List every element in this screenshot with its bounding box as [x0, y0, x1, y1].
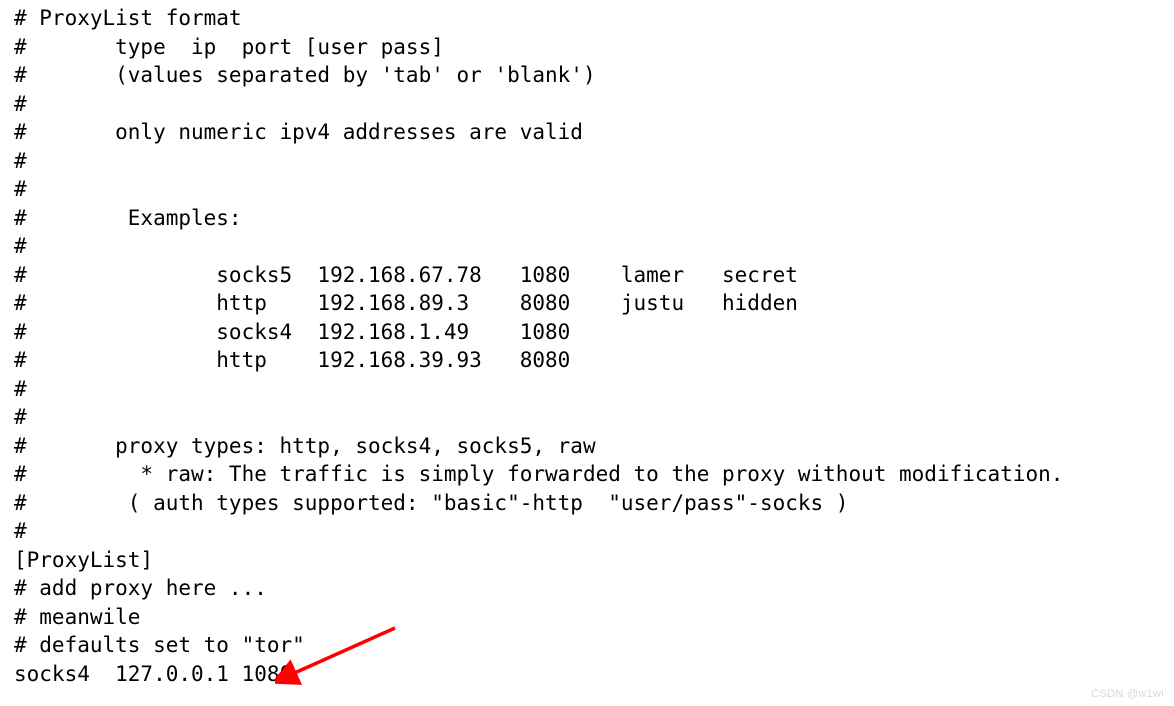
code-line: # [14, 405, 27, 429]
code-line: # only numeric ipv4 addresses are valid [14, 120, 583, 144]
code-line: # [14, 149, 27, 173]
code-line: # add proxy here ... [14, 576, 267, 600]
code-line: # * raw: The traffic is simply forwarded… [14, 462, 1063, 486]
code-line: # ( auth types supported: "basic"-http "… [14, 491, 848, 515]
watermark-text: CSDN @w1wi [1091, 688, 1164, 700]
code-line: [ProxyList] [14, 548, 153, 572]
config-file-content: # ProxyList format # type ip port [user … [0, 0, 1174, 706]
code-line: # type ip port [user pass] [14, 35, 444, 59]
code-line: # [14, 92, 27, 116]
code-line: # (values separated by 'tab' or 'blank') [14, 63, 596, 87]
code-line: # http 192.168.39.93 8080 [14, 348, 570, 372]
code-line: # [14, 519, 27, 543]
code-line: # [14, 234, 27, 258]
code-line: # socks4 192.168.1.49 1080 [14, 320, 570, 344]
code-line: # [14, 177, 27, 201]
code-line: # http 192.168.89.3 8080 justu hidden [14, 291, 798, 315]
code-line: socks4 127.0.0.1 1080 [14, 662, 292, 686]
code-line: # Examples: [14, 206, 242, 230]
code-line: # proxy types: http, socks4, socks5, raw [14, 434, 596, 458]
code-line: # meanwile [14, 605, 140, 629]
code-line: # [14, 377, 27, 401]
code-line: # socks5 192.168.67.78 1080 lamer secret [14, 263, 798, 287]
code-line: # ProxyList format [14, 6, 242, 30]
code-line: # defaults set to "tor" [14, 633, 305, 657]
